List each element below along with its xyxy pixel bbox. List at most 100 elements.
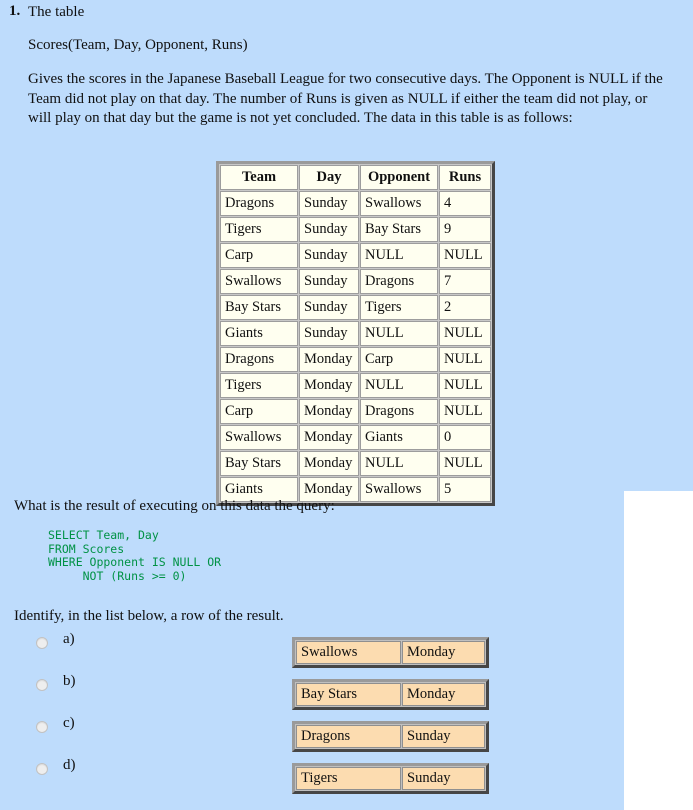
option-row-c[interactable]: c) Dragons Sunday: [0, 713, 693, 755]
cell-team: Bay Stars: [220, 295, 298, 320]
radio-button-a[interactable]: [36, 637, 48, 649]
option-cell-team: Tigers: [296, 767, 401, 790]
table-row: Swallows Sunday Dragons 7: [220, 269, 491, 294]
cell-day: Monday: [299, 425, 359, 450]
radio-button-b[interactable]: [36, 679, 48, 691]
table-row: Dragons Monday Carp NULL: [220, 347, 491, 372]
cell-opponent: NULL: [360, 373, 438, 398]
cell-team: Tigers: [220, 373, 298, 398]
cell-team: Bay Stars: [220, 451, 298, 476]
option-table-row: Swallows Monday: [296, 641, 485, 664]
option-cell-day: Sunday: [402, 767, 485, 790]
option-cell-day: Monday: [402, 683, 485, 706]
column-header-runs: Runs: [439, 165, 491, 190]
cell-runs: 4: [439, 191, 491, 216]
radio-button-d[interactable]: [36, 763, 48, 775]
option-answer-a: Swallows Monday: [292, 637, 489, 668]
cell-opponent: Bay Stars: [360, 217, 438, 242]
cell-team: Giants: [220, 321, 298, 346]
table-row: Tigers Monday NULL NULL: [220, 373, 491, 398]
option-letter-b: b): [63, 673, 76, 689]
table-schema: Scores(Team, Day, Opponent, Runs): [28, 37, 248, 53]
cell-team: Swallows: [220, 269, 298, 294]
table-header-row: Team Day Opponent Runs: [220, 165, 491, 190]
cell-day: Sunday: [299, 191, 359, 216]
table-row: Carp Sunday NULL NULL: [220, 243, 491, 268]
cell-runs: 5: [439, 477, 491, 502]
scores-table: Team Day Opponent Runs Dragons Sunday Sw…: [216, 161, 495, 506]
cell-runs: 2: [439, 295, 491, 320]
table-row: Tigers Sunday Bay Stars 9: [220, 217, 491, 242]
option-answer-b: Bay Stars Monday: [292, 679, 489, 710]
cell-opponent: Tigers: [360, 295, 438, 320]
cell-team: Tigers: [220, 217, 298, 242]
cell-opponent: Swallows: [360, 191, 438, 216]
cell-opponent: NULL: [360, 243, 438, 268]
option-table-row: Bay Stars Monday: [296, 683, 485, 706]
option-table-a: Swallows Monday: [292, 637, 489, 668]
cell-team: Dragons: [220, 347, 298, 372]
option-table-row: Dragons Sunday: [296, 725, 485, 748]
identify-instruction: Identify, in the list below, a row of th…: [14, 608, 284, 624]
column-header-day: Day: [299, 165, 359, 190]
cell-opponent: NULL: [360, 321, 438, 346]
option-cell-team: Bay Stars: [296, 683, 401, 706]
table-row: Swallows Monday Giants 0: [220, 425, 491, 450]
option-answer-c: Dragons Sunday: [292, 721, 489, 752]
option-table-c: Dragons Sunday: [292, 721, 489, 752]
cell-opponent: Dragons: [360, 269, 438, 294]
scores-table-container: Team Day Opponent Runs Dragons Sunday Sw…: [216, 161, 495, 506]
option-cell-day: Sunday: [402, 725, 485, 748]
option-letter-d: d): [63, 757, 76, 773]
cell-team: Dragons: [220, 191, 298, 216]
cell-runs: NULL: [439, 373, 491, 398]
option-row-b[interactable]: b) Bay Stars Monday: [0, 671, 693, 713]
option-cell-team: Swallows: [296, 641, 401, 664]
cell-day: Monday: [299, 373, 359, 398]
cell-runs: 0: [439, 425, 491, 450]
option-letter-a: a): [63, 631, 75, 647]
cell-day: Sunday: [299, 295, 359, 320]
radio-button-c[interactable]: [36, 721, 48, 733]
option-cell-team: Dragons: [296, 725, 401, 748]
cell-opponent: Carp: [360, 347, 438, 372]
option-row-d[interactable]: d) Tigers Sunday: [0, 755, 693, 797]
column-header-team: Team: [220, 165, 298, 190]
cell-opponent: Dragons: [360, 399, 438, 424]
cell-runs: NULL: [439, 451, 491, 476]
table-row: Carp Monday Dragons NULL: [220, 399, 491, 424]
sql-query-block: SELECT Team, Day FROM Scores WHERE Oppon…: [48, 528, 222, 583]
cell-day: Monday: [299, 347, 359, 372]
table-row: Bay Stars Sunday Tigers 2: [220, 295, 491, 320]
option-table-b: Bay Stars Monday: [292, 679, 489, 710]
cell-runs: 9: [439, 217, 491, 242]
cell-day: Sunday: [299, 321, 359, 346]
table-row: Bay Stars Monday NULL NULL: [220, 451, 491, 476]
cell-runs: NULL: [439, 321, 491, 346]
cell-team: Carp: [220, 243, 298, 268]
cell-team: Carp: [220, 399, 298, 424]
cell-opponent: Giants: [360, 425, 438, 450]
query-prompt: What is the result of executing on this …: [14, 498, 335, 514]
option-table-row: Tigers Sunday: [296, 767, 485, 790]
option-answer-d: Tigers Sunday: [292, 763, 489, 794]
cell-opponent: Swallows: [360, 477, 438, 502]
question-title: The table: [28, 4, 85, 20]
cell-day: Sunday: [299, 217, 359, 242]
cell-runs: 7: [439, 269, 491, 294]
cell-day: Monday: [299, 451, 359, 476]
question-description: Gives the scores in the Japanese Basebal…: [28, 71, 663, 126]
cell-runs: NULL: [439, 243, 491, 268]
option-row-a[interactable]: a) Swallows Monday: [0, 629, 693, 671]
option-cell-day: Monday: [402, 641, 485, 664]
cell-opponent: NULL: [360, 451, 438, 476]
table-row: Giants Sunday NULL NULL: [220, 321, 491, 346]
cell-runs: NULL: [439, 399, 491, 424]
table-row: Dragons Sunday Swallows 4: [220, 191, 491, 216]
cell-day: Monday: [299, 399, 359, 424]
cell-day: Sunday: [299, 243, 359, 268]
cell-team: Swallows: [220, 425, 298, 450]
column-header-opponent: Opponent: [360, 165, 438, 190]
question-number: 1.: [9, 3, 21, 19]
cell-runs: NULL: [439, 347, 491, 372]
